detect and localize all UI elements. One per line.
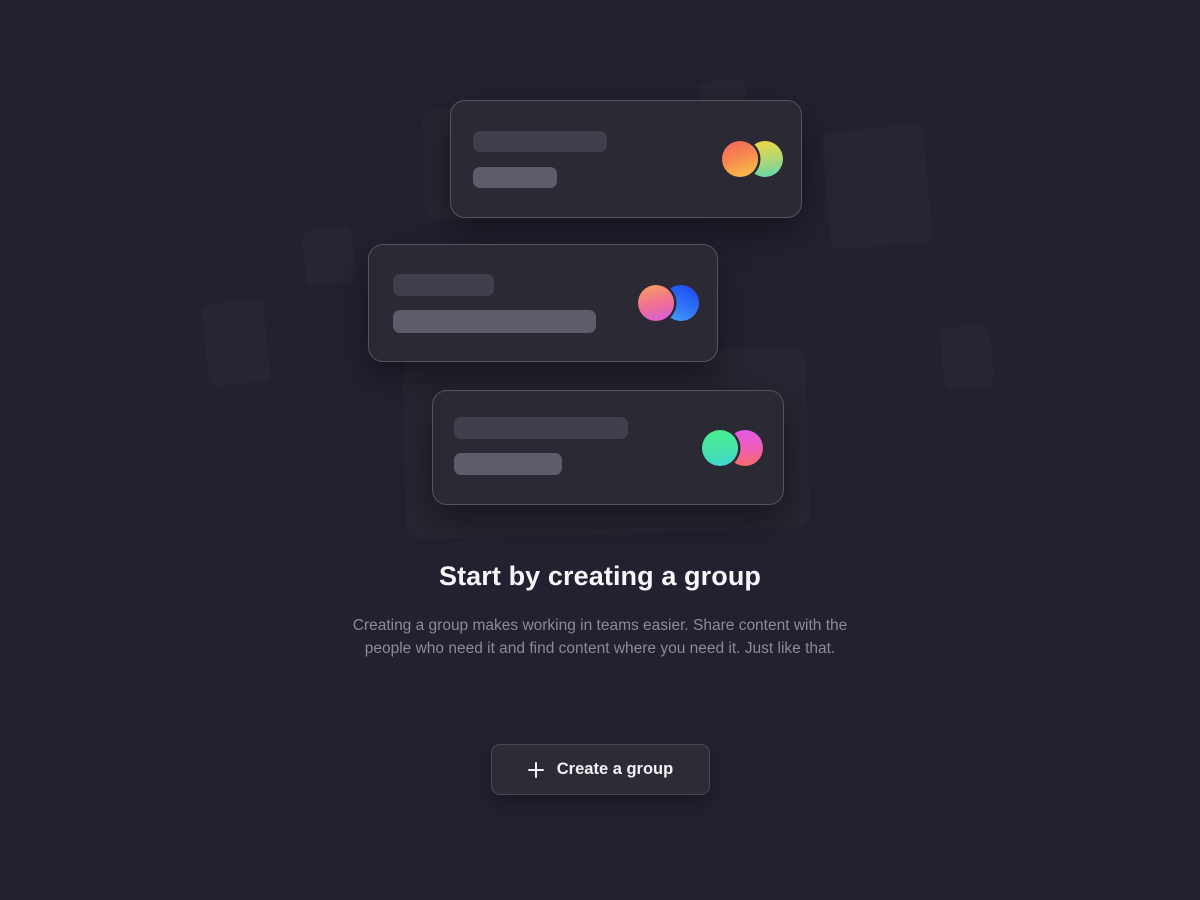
create-group-button-label: Create a group	[556, 760, 674, 778]
placeholder-bar-primary	[454, 417, 628, 439]
plus-icon	[527, 761, 544, 778]
illustration-card-3	[432, 390, 784, 505]
avatar-group-2	[638, 285, 699, 321]
placeholder-bar-primary	[393, 274, 494, 296]
empty-state-screen: Start by creating a group Creating a gro…	[0, 0, 1200, 900]
avatar-orange-magenta	[638, 285, 674, 321]
create-group-button[interactable]: Create a group	[491, 744, 710, 795]
illustration-card-2	[368, 244, 718, 362]
avatar-group-3	[702, 429, 763, 466]
placeholder-bar-primary	[473, 131, 607, 152]
placeholder-bar-secondary	[454, 453, 562, 475]
page-title: Start by creating a group	[438, 561, 762, 591]
decorative-square-3	[821, 123, 933, 251]
decorative-square-4	[939, 323, 995, 391]
placeholder-bar-secondary	[393, 310, 596, 333]
avatar-group-1	[722, 141, 783, 177]
avatar-green-teal	[702, 429, 738, 466]
avatar-orange-yellow	[722, 141, 758, 177]
decorative-square-1	[200, 298, 272, 388]
decorative-square-2	[301, 225, 357, 287]
placeholder-bar-secondary	[473, 167, 557, 188]
empty-state-description: Creating a group makes working in teams …	[352, 617, 848, 657]
illustration-card-1	[450, 100, 802, 218]
